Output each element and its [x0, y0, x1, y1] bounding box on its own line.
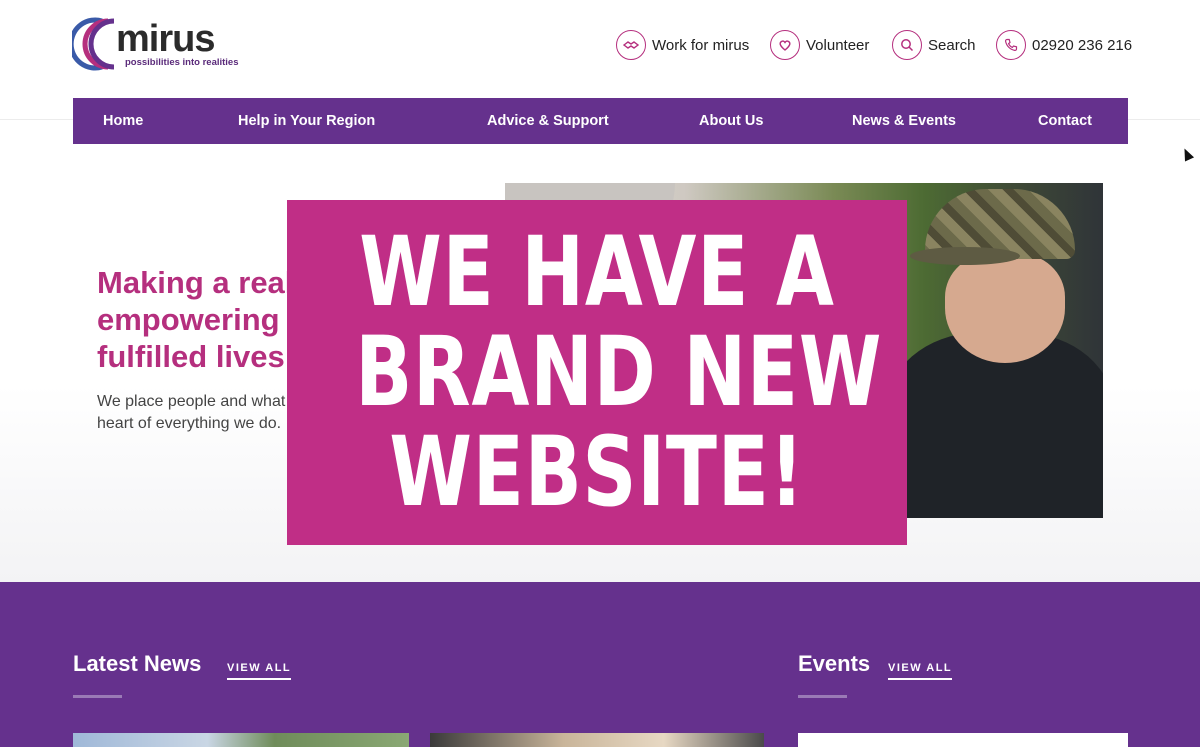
hero-title-line: Making a real — [97, 265, 294, 300]
work-for-mirus-label: Work for mirus — [652, 36, 750, 54]
banner-line: BRAND NEW — [355, 316, 883, 428]
phone-number: 02920 236 216 — [1032, 36, 1133, 54]
mirus-logo[interactable]: mirus possibilities into realities — [72, 16, 242, 72]
heart-hand-icon — [770, 30, 800, 60]
hero-text-line: We place people and what — [97, 393, 286, 410]
events-heading: Events — [798, 651, 871, 676]
nav-item-news-events[interactable]: News & Events — [852, 98, 956, 144]
hero-title-line: fulfilled lives — [97, 339, 285, 374]
hero-description: We place people and what heart of everyt… — [97, 391, 297, 435]
nav-item-help-in-your-region[interactable]: Help in Your Region — [238, 98, 375, 144]
work-for-mirus-link[interactable]: Work for mirus — [616, 29, 749, 61]
search-icon — [892, 30, 922, 60]
logo-tagline: possibilities into realities — [125, 57, 239, 68]
search-label: Search — [928, 36, 976, 54]
photo-person-face — [945, 253, 1065, 363]
latest-news-heading: Latest News — [73, 651, 202, 676]
volunteer-link[interactable]: Volunteer — [770, 29, 869, 61]
volunteer-label: Volunteer — [806, 36, 870, 54]
hero-title-line: empowering p — [97, 302, 308, 337]
events-divider — [798, 695, 847, 698]
events-view-all-link[interactable]: VIEW ALL — [888, 662, 953, 680]
logo-wordmark: mirus — [116, 18, 215, 60]
main-nav: Home Help in Your Region Advice & Suppor… — [73, 98, 1128, 144]
handshake-icon — [616, 30, 646, 60]
news-card-image[interactable] — [73, 733, 409, 747]
news-divider — [73, 695, 122, 698]
photo-cap-brim — [910, 247, 1020, 265]
banner-line: WE HAVE A — [359, 216, 835, 328]
event-card[interactable] — [798, 733, 1128, 747]
news-view-all-link[interactable]: VIEW ALL — [227, 662, 292, 680]
nav-item-advice-support[interactable]: Advice & Support — [487, 98, 609, 144]
hero-title: Making a real empowering p fulfilled liv… — [97, 264, 317, 375]
banner-line: WEBSITE! — [389, 416, 805, 528]
nav-item-home[interactable]: Home — [103, 98, 143, 144]
hero-text-line: heart of everything we do. — [97, 415, 282, 432]
nav-item-contact[interactable]: Contact — [1038, 98, 1092, 144]
news-card-image[interactable] — [430, 733, 764, 747]
new-website-banner[interactable]: WE HAVE A BRAND NEW WEBSITE! — [287, 200, 907, 545]
phone-icon — [996, 30, 1026, 60]
phone-link[interactable]: 02920 236 216 — [996, 29, 1132, 61]
search-link[interactable]: Search — [892, 29, 976, 61]
nav-item-about-us[interactable]: About Us — [699, 98, 763, 144]
